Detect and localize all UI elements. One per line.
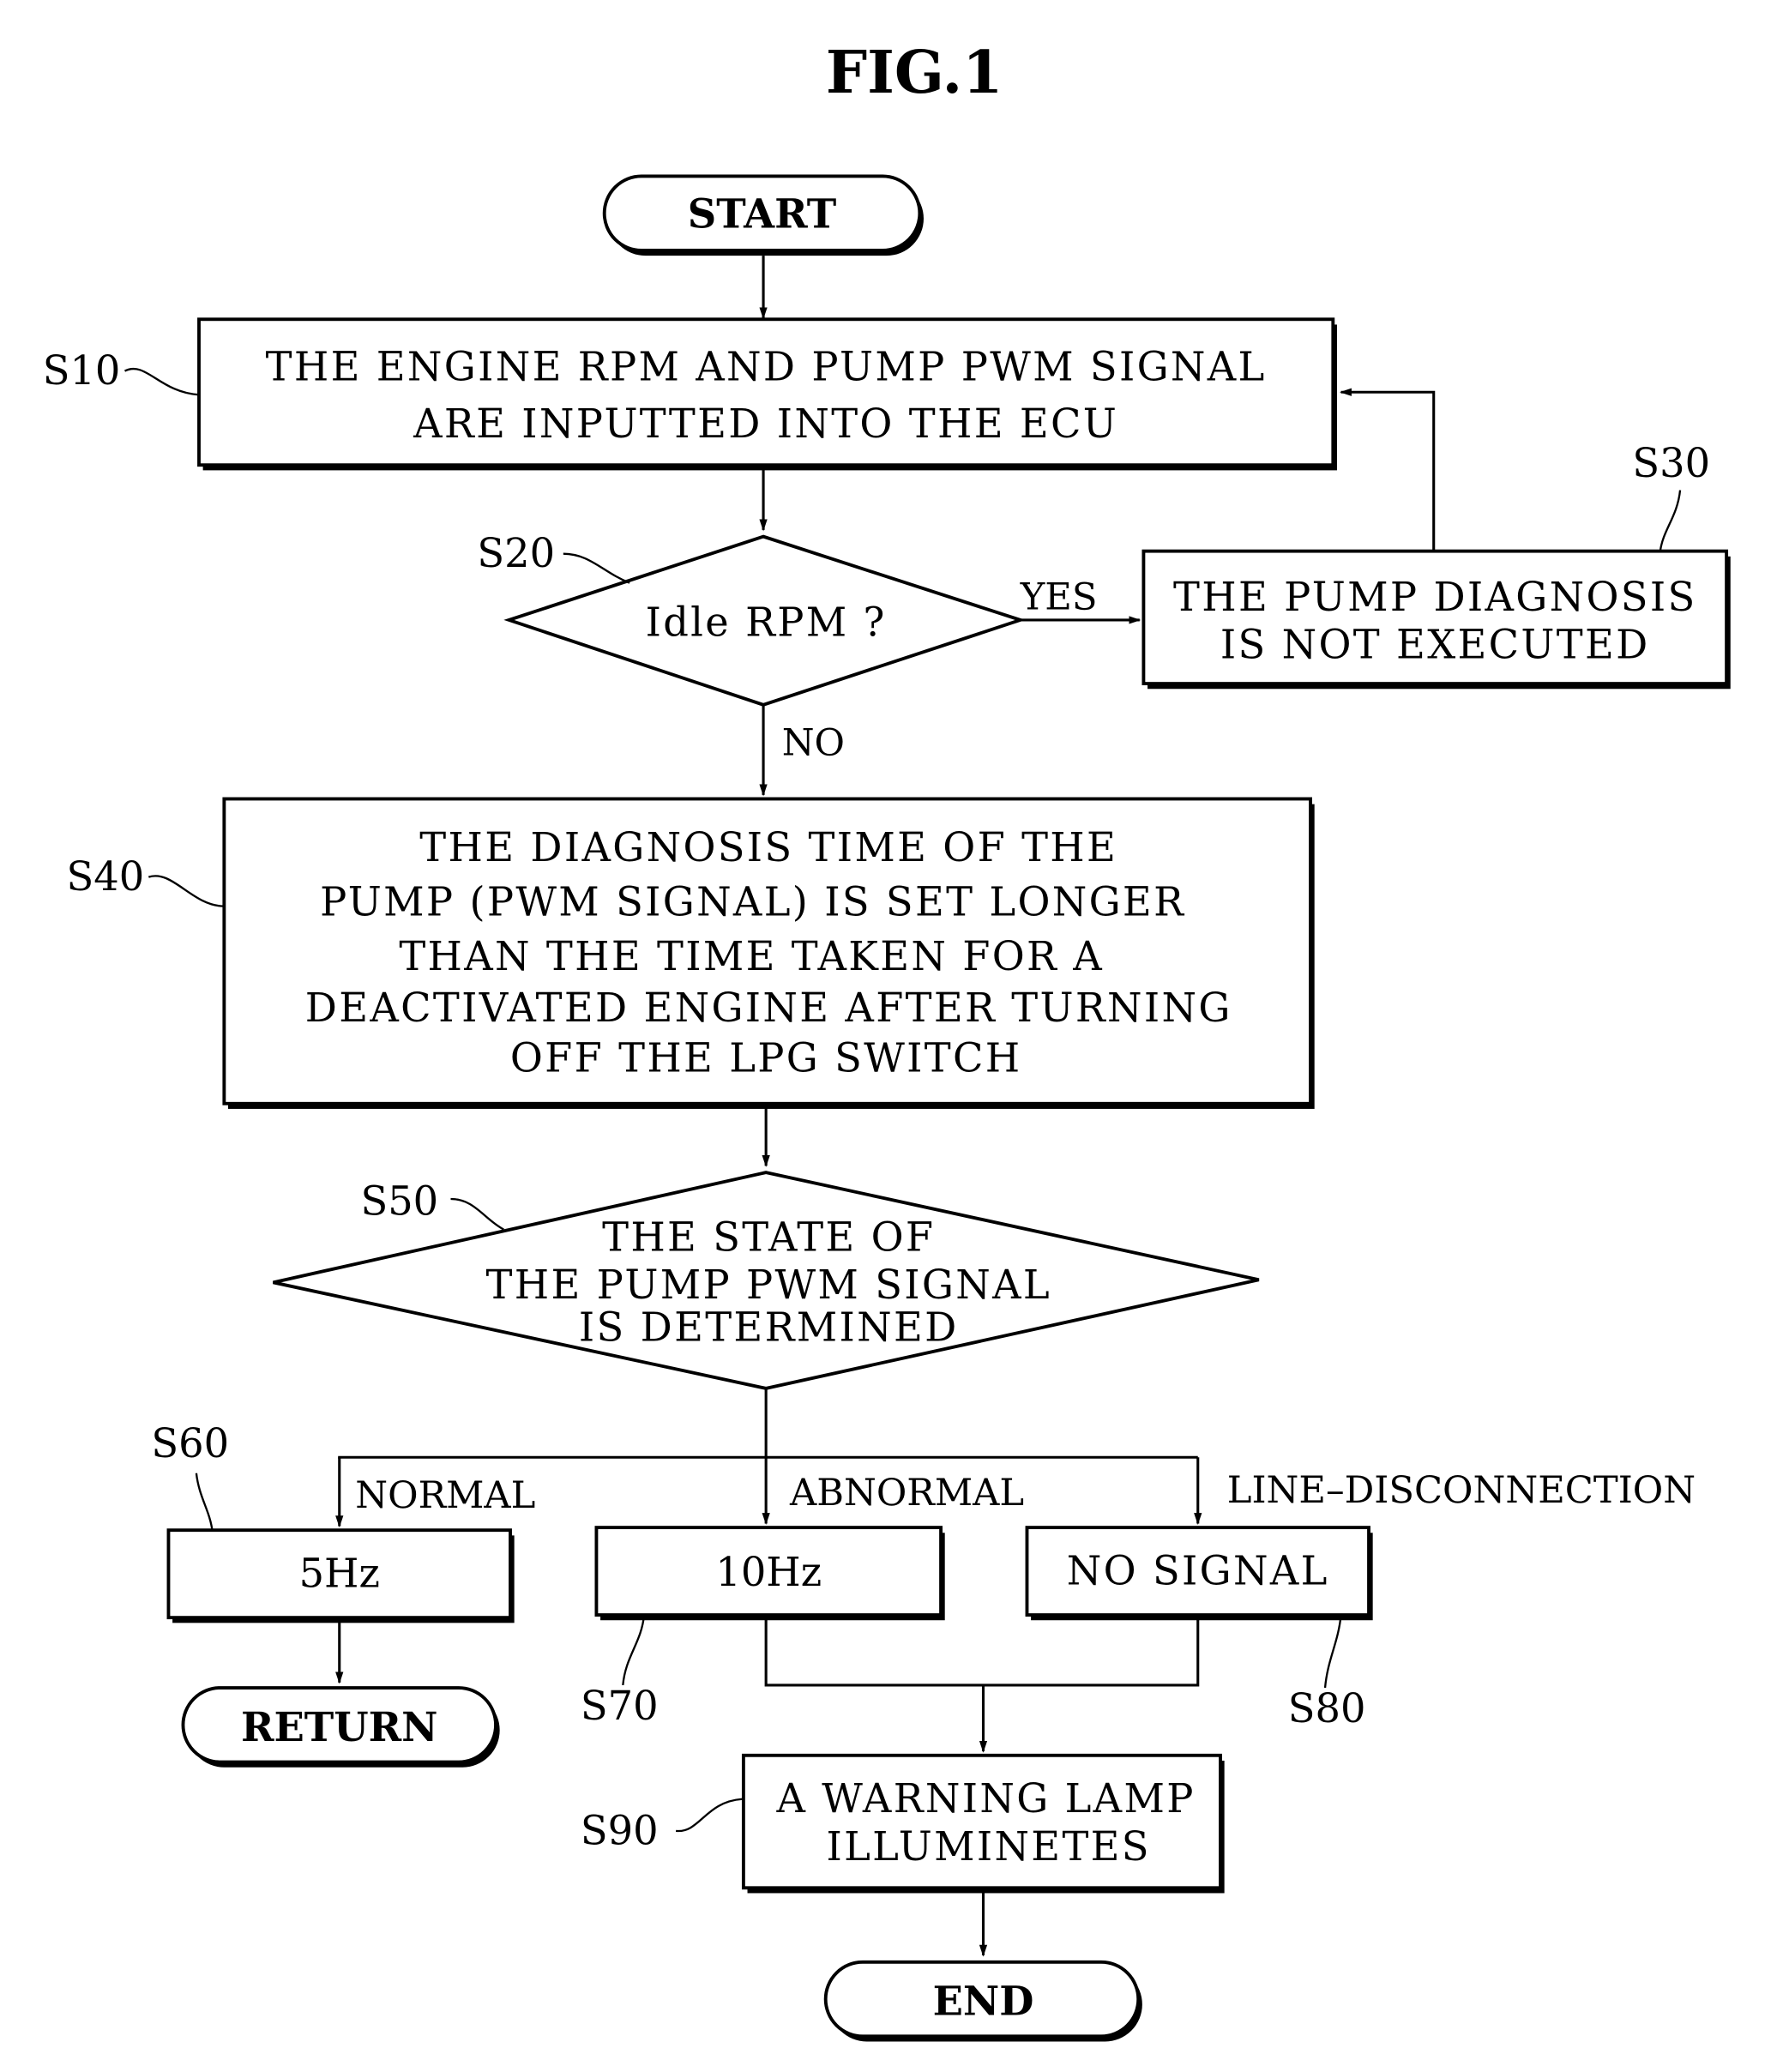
s50-line-2: THE PUMP PWM SIGNAL bbox=[486, 1262, 1051, 1308]
return-terminal: RETURN bbox=[181, 1686, 500, 1768]
s40-line-3: THAN THE TIME TAKEN FOR A bbox=[399, 933, 1104, 979]
step-label-s80: S80 bbox=[1288, 1685, 1366, 1732]
step-label-s40: S40 bbox=[67, 853, 145, 900]
step-label-s90: S90 bbox=[581, 1807, 659, 1853]
edge-label-no: NO bbox=[782, 722, 845, 765]
step-label-s30: S30 bbox=[1632, 440, 1710, 486]
s30-line-1: THE PUMP DIAGNOSIS bbox=[1173, 574, 1697, 620]
s90-line-1: A WARNING LAMP bbox=[775, 1775, 1195, 1822]
leader-s90 bbox=[675, 1798, 743, 1833]
process-s70: 10Hz bbox=[594, 1526, 945, 1621]
edge-label-normal: NORMAL bbox=[355, 1474, 535, 1517]
return-label: RETURN bbox=[241, 1703, 438, 1750]
merge-connector bbox=[764, 1615, 1200, 1687]
leader-s30 bbox=[1659, 490, 1682, 551]
s20-question: Idle RPM ? bbox=[646, 599, 887, 645]
process-s60: 5Hz bbox=[166, 1528, 515, 1623]
start-label: START bbox=[688, 190, 837, 238]
leader-s40 bbox=[148, 875, 225, 907]
s80-value: NO SIGNAL bbox=[1067, 1548, 1329, 1594]
s60-value: 5Hz bbox=[299, 1551, 380, 1597]
process-s10: THE ENGINE RPM AND PUMP PWM SIGNAL ARE I… bbox=[197, 317, 1337, 471]
edge-label-line-disconnection: LINE–DISCONNECTION bbox=[1227, 1469, 1696, 1512]
figure-title: FIG.1 bbox=[826, 39, 1003, 107]
s50-line-1: THE STATE OF bbox=[602, 1214, 935, 1260]
s30-line-2: IS NOT EXECUTED bbox=[1220, 622, 1650, 668]
s70-value: 10Hz bbox=[715, 1549, 822, 1595]
end-terminal: END bbox=[823, 1960, 1142, 2042]
s10-line-2: ARE INPUTTED INTO THE ECU bbox=[413, 401, 1118, 447]
process-s90: A WARNING LAMP ILLUMINETES bbox=[741, 1753, 1225, 1894]
s40-line-2: PUMP (PWM SIGNAL) IS SET LONGER bbox=[320, 878, 1185, 925]
s40-line-5: OFF THE LPG SWITCH bbox=[510, 1035, 1022, 1081]
start-terminal: START bbox=[602, 174, 924, 256]
step-label-s60: S60 bbox=[151, 1420, 229, 1467]
leader-s20 bbox=[563, 552, 630, 584]
decision-s20: Idle RPM ? bbox=[503, 534, 1026, 707]
arrow-s30-s10 bbox=[1340, 388, 1436, 551]
s40-line-1: THE DIAGNOSIS TIME OF THE bbox=[419, 824, 1117, 870]
leader-s60 bbox=[195, 1473, 214, 1531]
leader-s50 bbox=[450, 1197, 504, 1231]
step-label-s10: S10 bbox=[43, 347, 121, 394]
end-label: END bbox=[933, 1978, 1034, 2025]
step-label-s70: S70 bbox=[581, 1683, 659, 1729]
s50-line-3: IS DETERMINED bbox=[579, 1304, 959, 1350]
process-s30: THE PUMP DIAGNOSIS IS NOT EXECUTED bbox=[1141, 549, 1731, 690]
flowchart: FIG.1 START THE ENGINE RPM AND PUMP PWM … bbox=[43, 39, 1731, 2042]
leader-s70 bbox=[622, 1614, 646, 1686]
process-s80: NO SIGNAL bbox=[1025, 1526, 1373, 1621]
s40-line-4: DEACTIVATED ENGINE AFTER TURNING bbox=[305, 985, 1232, 1031]
edge-label-yes: YES bbox=[1020, 576, 1098, 619]
edge-label-abnormal: ABNORMAL bbox=[789, 1472, 1024, 1515]
leader-s10 bbox=[123, 368, 200, 396]
step-label-s50: S50 bbox=[360, 1178, 438, 1225]
s10-line-1: THE ENGINE RPM AND PUMP PWM SIGNAL bbox=[266, 343, 1267, 389]
leader-s80 bbox=[1323, 1614, 1342, 1689]
s90-line-2: ILLUMINETES bbox=[826, 1823, 1150, 1870]
step-label-s20: S20 bbox=[477, 530, 555, 576]
process-s40: THE DIAGNOSIS TIME OF THE PUMP (PWM SIGN… bbox=[222, 797, 1315, 1109]
